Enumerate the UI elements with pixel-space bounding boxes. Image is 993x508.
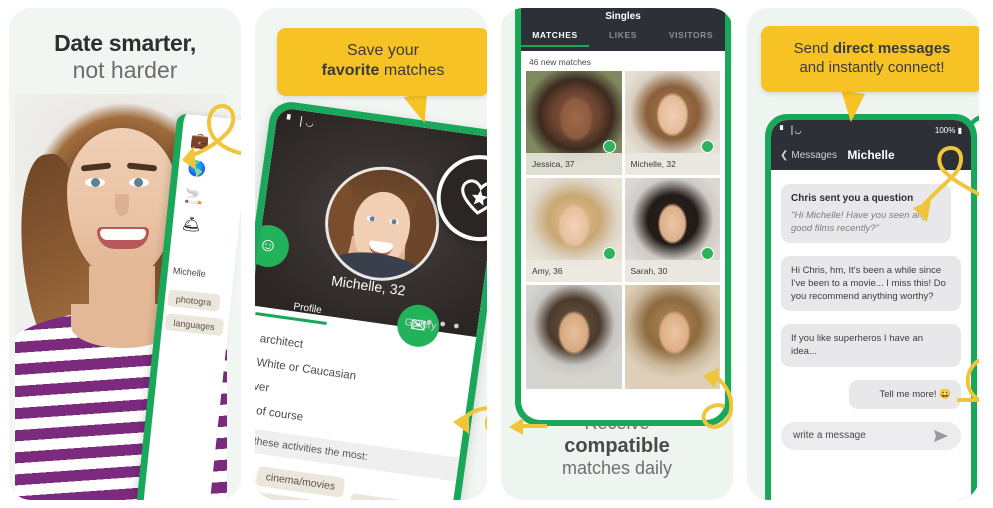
match-card[interactable]: Jessica, 37	[526, 71, 622, 175]
chat-message-outgoing: Hi Chris, hm, It's been a while since I'…	[781, 256, 961, 312]
bubble-tail	[837, 90, 865, 124]
online-indicator	[701, 247, 714, 260]
question-title: Chris sent you a question	[791, 193, 914, 204]
tab-matches[interactable]: MATCHES	[521, 30, 589, 47]
panel-matches: Singles MATCHES LIKES VISITORS 46 new ma…	[501, 8, 733, 500]
nose-shape	[115, 194, 129, 216]
activity-tag-dancing[interactable]: dancing	[348, 493, 406, 500]
online-indicator	[602, 140, 616, 153]
chat-message-incoming: If you like superheros I have an idea...	[781, 324, 961, 367]
match-card[interactable]: Michelle, 32	[624, 71, 720, 175]
new-matches-count: 46 new matches	[529, 57, 591, 67]
smiley-icon: ☺	[256, 233, 280, 258]
matches-phone: Singles MATCHES LIKES VISITORS 46 new ma…	[515, 8, 731, 426]
online-indicator	[602, 247, 616, 260]
briefcase-icon: 💼	[189, 131, 211, 151]
status-bar: ▘▕ ◡ 100% ▮	[771, 120, 971, 140]
send-icon[interactable]	[933, 428, 949, 444]
signal-icon: ▘▕	[780, 125, 793, 135]
page-title: Date smarter, not harder	[9, 30, 241, 84]
chat-nav-bar: ❮ Messages Michelle	[771, 140, 971, 170]
mouth-shape	[97, 227, 149, 249]
match-name: Jessica, 37	[526, 153, 622, 175]
match-card[interactable]: Amy, 36	[526, 178, 622, 282]
app-header: Singles MATCHES LIKES VISITORS	[521, 8, 725, 51]
chat-message-outgoing: Tell me more! 😀	[849, 379, 961, 409]
match-name: Sarah, 30	[624, 260, 720, 282]
caption-bold: compatible	[564, 435, 670, 458]
header-tabs: MATCHES LIKES VISITORS	[521, 30, 725, 47]
signal-wifi-group: ▘▕ ◡	[780, 126, 802, 135]
caption-line-3: matches daily	[561, 458, 673, 479]
signal-icon: ▘▕	[286, 114, 304, 127]
chat-peer-name: Michelle	[847, 148, 895, 162]
message-composer[interactable]: write a message	[781, 421, 961, 450]
battery-group: 100% ▮	[935, 126, 962, 135]
avatar[interactable]	[317, 159, 447, 289]
bubble-bold-phrase: direct messages	[832, 40, 951, 57]
iris-left	[91, 178, 100, 187]
match-face	[624, 285, 720, 389]
bubble-line-1: Save your	[346, 42, 420, 59]
battery-percent: 100%	[934, 125, 956, 135]
panel-direct-messages: Send direct messages and instantly conne…	[747, 8, 979, 500]
bubble-bold-word: favorite	[321, 61, 380, 79]
wifi-icon: ◡	[794, 125, 802, 135]
tab-visitors[interactable]: VISITORS	[657, 30, 725, 47]
callout-bubble-direct-messages: Send direct messages and instantly conne…	[761, 26, 979, 93]
app-title: Singles	[605, 11, 641, 22]
match-card[interactable]	[526, 285, 622, 389]
bubble-line-2: and instantly connect!	[799, 59, 945, 77]
heart-star-icon	[461, 179, 487, 215]
panel-date-smarter: Date smarter, not harder 💼 🌎 🚬 🛎 Michell…	[9, 8, 241, 500]
battery-icon: ▮	[957, 125, 962, 135]
match-face	[526, 285, 622, 389]
cigarette-icon: 🚬	[183, 187, 205, 207]
headline-line-1: Date smarter,	[54, 30, 196, 56]
chat-message-question: Chris sent you a question "Hi Michelle! …	[781, 184, 951, 244]
matches-grid: Jessica, 37 Michelle, 32 Amy, 36 Sarah, …	[521, 71, 725, 389]
phone-screen: ▘▕ ◡ 100% ▮ ❮ Messages Michelle Chris se…	[771, 120, 971, 500]
question-body: "Hi Michelle! Have you seen any good fil…	[791, 209, 928, 234]
bubble-line-1-prefix: Send	[793, 40, 833, 57]
bubble-line-2-rest: matches	[379, 61, 445, 79]
app-store-screenshot-gallery: Date smarter, not harder 💼 🌎 🚬 🛎 Michell…	[0, 0, 993, 508]
match-name: Amy, 36	[526, 260, 622, 282]
message-input-placeholder[interactable]: write a message	[793, 430, 866, 441]
teeth-shape	[100, 229, 146, 240]
profile-detail-rows: architect White or Caucasian ver , of co…	[255, 317, 475, 500]
match-card[interactable]	[624, 285, 720, 389]
callout-bubble-save-favorites: Save your favorite matches	[277, 28, 487, 96]
phone-screen: Singles MATCHES LIKES VISITORS 46 new ma…	[521, 8, 725, 420]
messages-phone: ▘▕ ◡ 100% ▮ ❮ Messages Michelle Chris se…	[765, 114, 977, 500]
wifi-icon: ◡	[305, 117, 316, 129]
headline-line-2: not harder	[72, 57, 178, 84]
panel-save-favorites: Save your favorite matches ▘▕ ◡ ☺ ✉ Mich…	[255, 8, 487, 500]
match-card[interactable]: Sarah, 30	[624, 178, 720, 282]
online-indicator	[701, 140, 714, 153]
match-name: Michelle, 32	[624, 153, 720, 175]
tab-likes[interactable]: LIKES	[589, 30, 657, 47]
globe-icon: 🌎	[186, 159, 208, 179]
chat-thread: Chris sent you a question "Hi Michelle! …	[771, 170, 971, 409]
stroller-icon: 🛎	[180, 215, 202, 235]
profile-phone-tilted: ▘▕ ◡ ☺ ✉ Michelle, 32 Profile Gallery ● …	[255, 99, 487, 500]
iris-right	[134, 178, 143, 187]
